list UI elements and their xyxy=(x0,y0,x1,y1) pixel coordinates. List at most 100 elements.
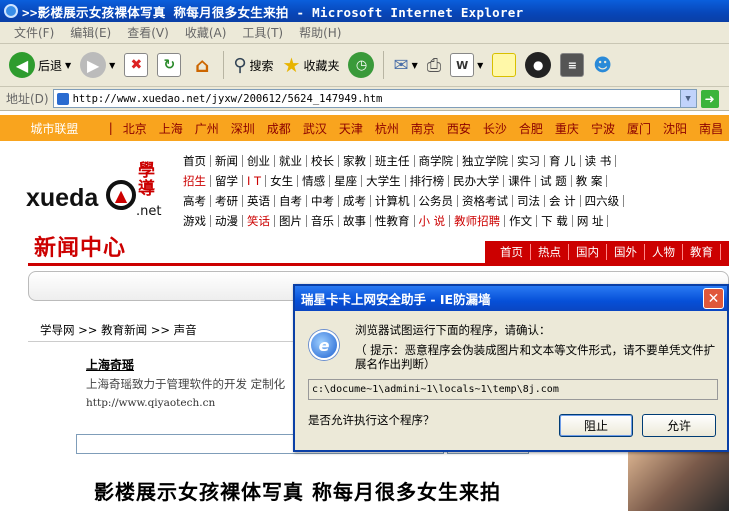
news-tab[interactable]: 首页 xyxy=(493,244,531,260)
nav-link[interactable]: 就业 xyxy=(275,155,307,167)
nav-link[interactable]: 首页 xyxy=(179,155,211,167)
nav-link[interactable]: 育 儿 xyxy=(545,155,581,167)
nav-link[interactable]: 独立学院 xyxy=(458,155,513,167)
nav-link[interactable]: 创业 xyxy=(243,155,275,167)
nav-link[interactable]: 商学院 xyxy=(415,155,458,167)
city-link[interactable]: 成都 xyxy=(261,120,297,137)
menu-help[interactable]: 帮助(H) xyxy=(293,24,347,41)
nav-link[interactable]: 试 题 xyxy=(536,175,572,187)
news-tab[interactable]: 国内 xyxy=(569,244,607,260)
city-link[interactable]: 合肥 xyxy=(513,120,549,137)
nav-link[interactable]: 教师招聘 xyxy=(450,215,506,227)
forward-button[interactable]: ▶ ▼ xyxy=(77,48,118,82)
news-tab[interactable]: 国外 xyxy=(607,244,645,260)
edit-button[interactable]: W ▼ xyxy=(447,48,486,82)
menu-edit[interactable]: 编辑(E) xyxy=(64,24,117,41)
dialog-close-icon[interactable]: ✕ xyxy=(703,288,724,309)
city-link[interactable]: 广州 xyxy=(189,120,225,137)
favorites-button[interactable]: ★ 收藏夹 xyxy=(280,48,343,82)
nav-link[interactable]: 公务员 xyxy=(415,195,458,207)
city-link[interactable]: 南京 xyxy=(405,120,441,137)
nav-link[interactable]: 音乐 xyxy=(307,215,339,227)
nav-link[interactable]: 会 计 xyxy=(545,195,581,207)
news-tab[interactable]: 教育 xyxy=(683,244,721,260)
print-button[interactable]: ⎙ xyxy=(424,48,444,82)
mail-button[interactable]: ✉ ▼ xyxy=(390,48,420,82)
messenger-button[interactable]: ☻ xyxy=(590,48,615,82)
news-tab[interactable]: 人物 xyxy=(645,244,683,260)
nav-link[interactable]: 计算机 xyxy=(371,195,415,207)
nav-link[interactable]: 自考 xyxy=(275,195,307,207)
nav-link[interactable]: 家教 xyxy=(339,155,371,167)
search-button[interactable]: ⚲ 搜索 xyxy=(230,48,276,82)
menu-view[interactable]: 查看(V) xyxy=(121,24,175,41)
nav-link[interactable]: 课件 xyxy=(504,175,537,187)
nav-link[interactable]: 实习 xyxy=(513,155,545,167)
back-dropdown-icon[interactable]: ▼ xyxy=(65,61,71,70)
go-button[interactable]: ➜ xyxy=(700,89,719,108)
block-button[interactable]: 阻止 xyxy=(559,414,633,437)
nav-link[interactable]: 故事 xyxy=(339,215,371,227)
window-titlebar[interactable]: >>影楼展示女孩裸体写真 称每月很多女生来拍 - Microsoft Inter… xyxy=(0,0,729,22)
nav-link[interactable]: 网 址 xyxy=(573,215,609,227)
city-link[interactable]: 宁波 xyxy=(585,120,621,137)
nav-link[interactable]: 游戏 xyxy=(179,215,211,227)
address-dropdown-icon[interactable]: ▼ xyxy=(679,90,696,107)
city-link[interactable]: 上海 xyxy=(153,120,189,137)
breadcrumb-text[interactable]: 学导网 >> 教育新闻 >> 声音 xyxy=(40,322,197,338)
site-logo[interactable]: xueda ▲ 學導 .net xyxy=(26,158,166,228)
qq-button[interactable]: ● xyxy=(522,48,554,82)
nav-link[interactable]: 英语 xyxy=(243,195,275,207)
city-link[interactable]: 长沙 xyxy=(477,120,513,137)
city-link[interactable]: 厦门 xyxy=(621,120,657,137)
nav-link[interactable]: 司法 xyxy=(513,195,545,207)
nav-link[interactable]: 下 载 xyxy=(537,215,573,227)
menu-favorites[interactable]: 收藏(A) xyxy=(179,24,233,41)
nav-link[interactable]: 校长 xyxy=(307,155,339,167)
forward-dropdown-icon[interactable]: ▼ xyxy=(109,61,115,70)
nav-link[interactable]: 中考 xyxy=(307,195,339,207)
nav-link[interactable]: 四六级 xyxy=(581,195,625,207)
nav-link[interactable]: 考研 xyxy=(211,195,243,207)
history-button[interactable]: ◷ xyxy=(345,48,377,82)
nav-link[interactable]: 成考 xyxy=(339,195,371,207)
menu-file[interactable]: 文件(F) xyxy=(8,24,60,41)
city-link[interactable]: 西安 xyxy=(441,120,477,137)
nav-link[interactable]: 班主任 xyxy=(371,155,415,167)
nav-link[interactable]: 新闻 xyxy=(211,155,243,167)
edit-dropdown-icon[interactable]: ▼ xyxy=(477,61,483,70)
nav-link[interactable]: 情感 xyxy=(298,175,331,187)
city-link[interactable]: 天津 xyxy=(333,120,369,137)
city-link[interactable]: 北京 xyxy=(117,120,153,137)
nav-link[interactable]: 留学 xyxy=(211,175,243,187)
nav-link[interactable]: 笑话 xyxy=(243,215,275,227)
nav-link[interactable]: 读 书 xyxy=(581,155,617,167)
nav-link[interactable]: 民办大学 xyxy=(449,175,505,187)
nav-link[interactable]: 资格考试 xyxy=(458,195,513,207)
city-link[interactable]: 重庆 xyxy=(549,120,585,137)
nav-link[interactable]: 星座 xyxy=(330,175,363,187)
nav-link[interactable]: 大学生 xyxy=(362,175,406,187)
dialog-titlebar[interactable]: 瑞星卡卡上网安全助手 - IE防漏墙 ✕ xyxy=(295,286,727,311)
nav-link[interactable]: I T xyxy=(243,175,267,187)
city-link[interactable]: 武汉 xyxy=(297,120,333,137)
city-link[interactable]: 杭州 xyxy=(369,120,405,137)
menu-tools[interactable]: 工具(T) xyxy=(236,24,289,41)
nav-link[interactable]: 动漫 xyxy=(211,215,243,227)
home-button[interactable]: ⌂ xyxy=(187,48,217,82)
nav-link[interactable]: 高考 xyxy=(179,195,211,207)
mail-dropdown-icon[interactable]: ▼ xyxy=(412,61,418,70)
nav-link[interactable]: 性教育 xyxy=(371,215,415,227)
city-link[interactable]: 沈阳 xyxy=(657,120,693,137)
nav-link[interactable]: 女生 xyxy=(266,175,299,187)
nav-link[interactable]: 招生 xyxy=(179,175,211,187)
nav-link[interactable]: 作文 xyxy=(505,215,538,227)
city-link[interactable]: 深圳 xyxy=(225,120,261,137)
nav-link[interactable]: 图片 xyxy=(275,215,307,227)
refresh-button[interactable]: ↻ xyxy=(154,48,184,82)
nav-link[interactable]: 排行榜 xyxy=(406,175,450,187)
archive-button[interactable]: ≡ xyxy=(557,48,587,82)
stop-button[interactable]: ✖ xyxy=(121,48,151,82)
notes-button[interactable] xyxy=(489,48,519,82)
address-input[interactable]: http://www.xuedao.net/jyxw/200612/5624_1… xyxy=(52,89,697,108)
